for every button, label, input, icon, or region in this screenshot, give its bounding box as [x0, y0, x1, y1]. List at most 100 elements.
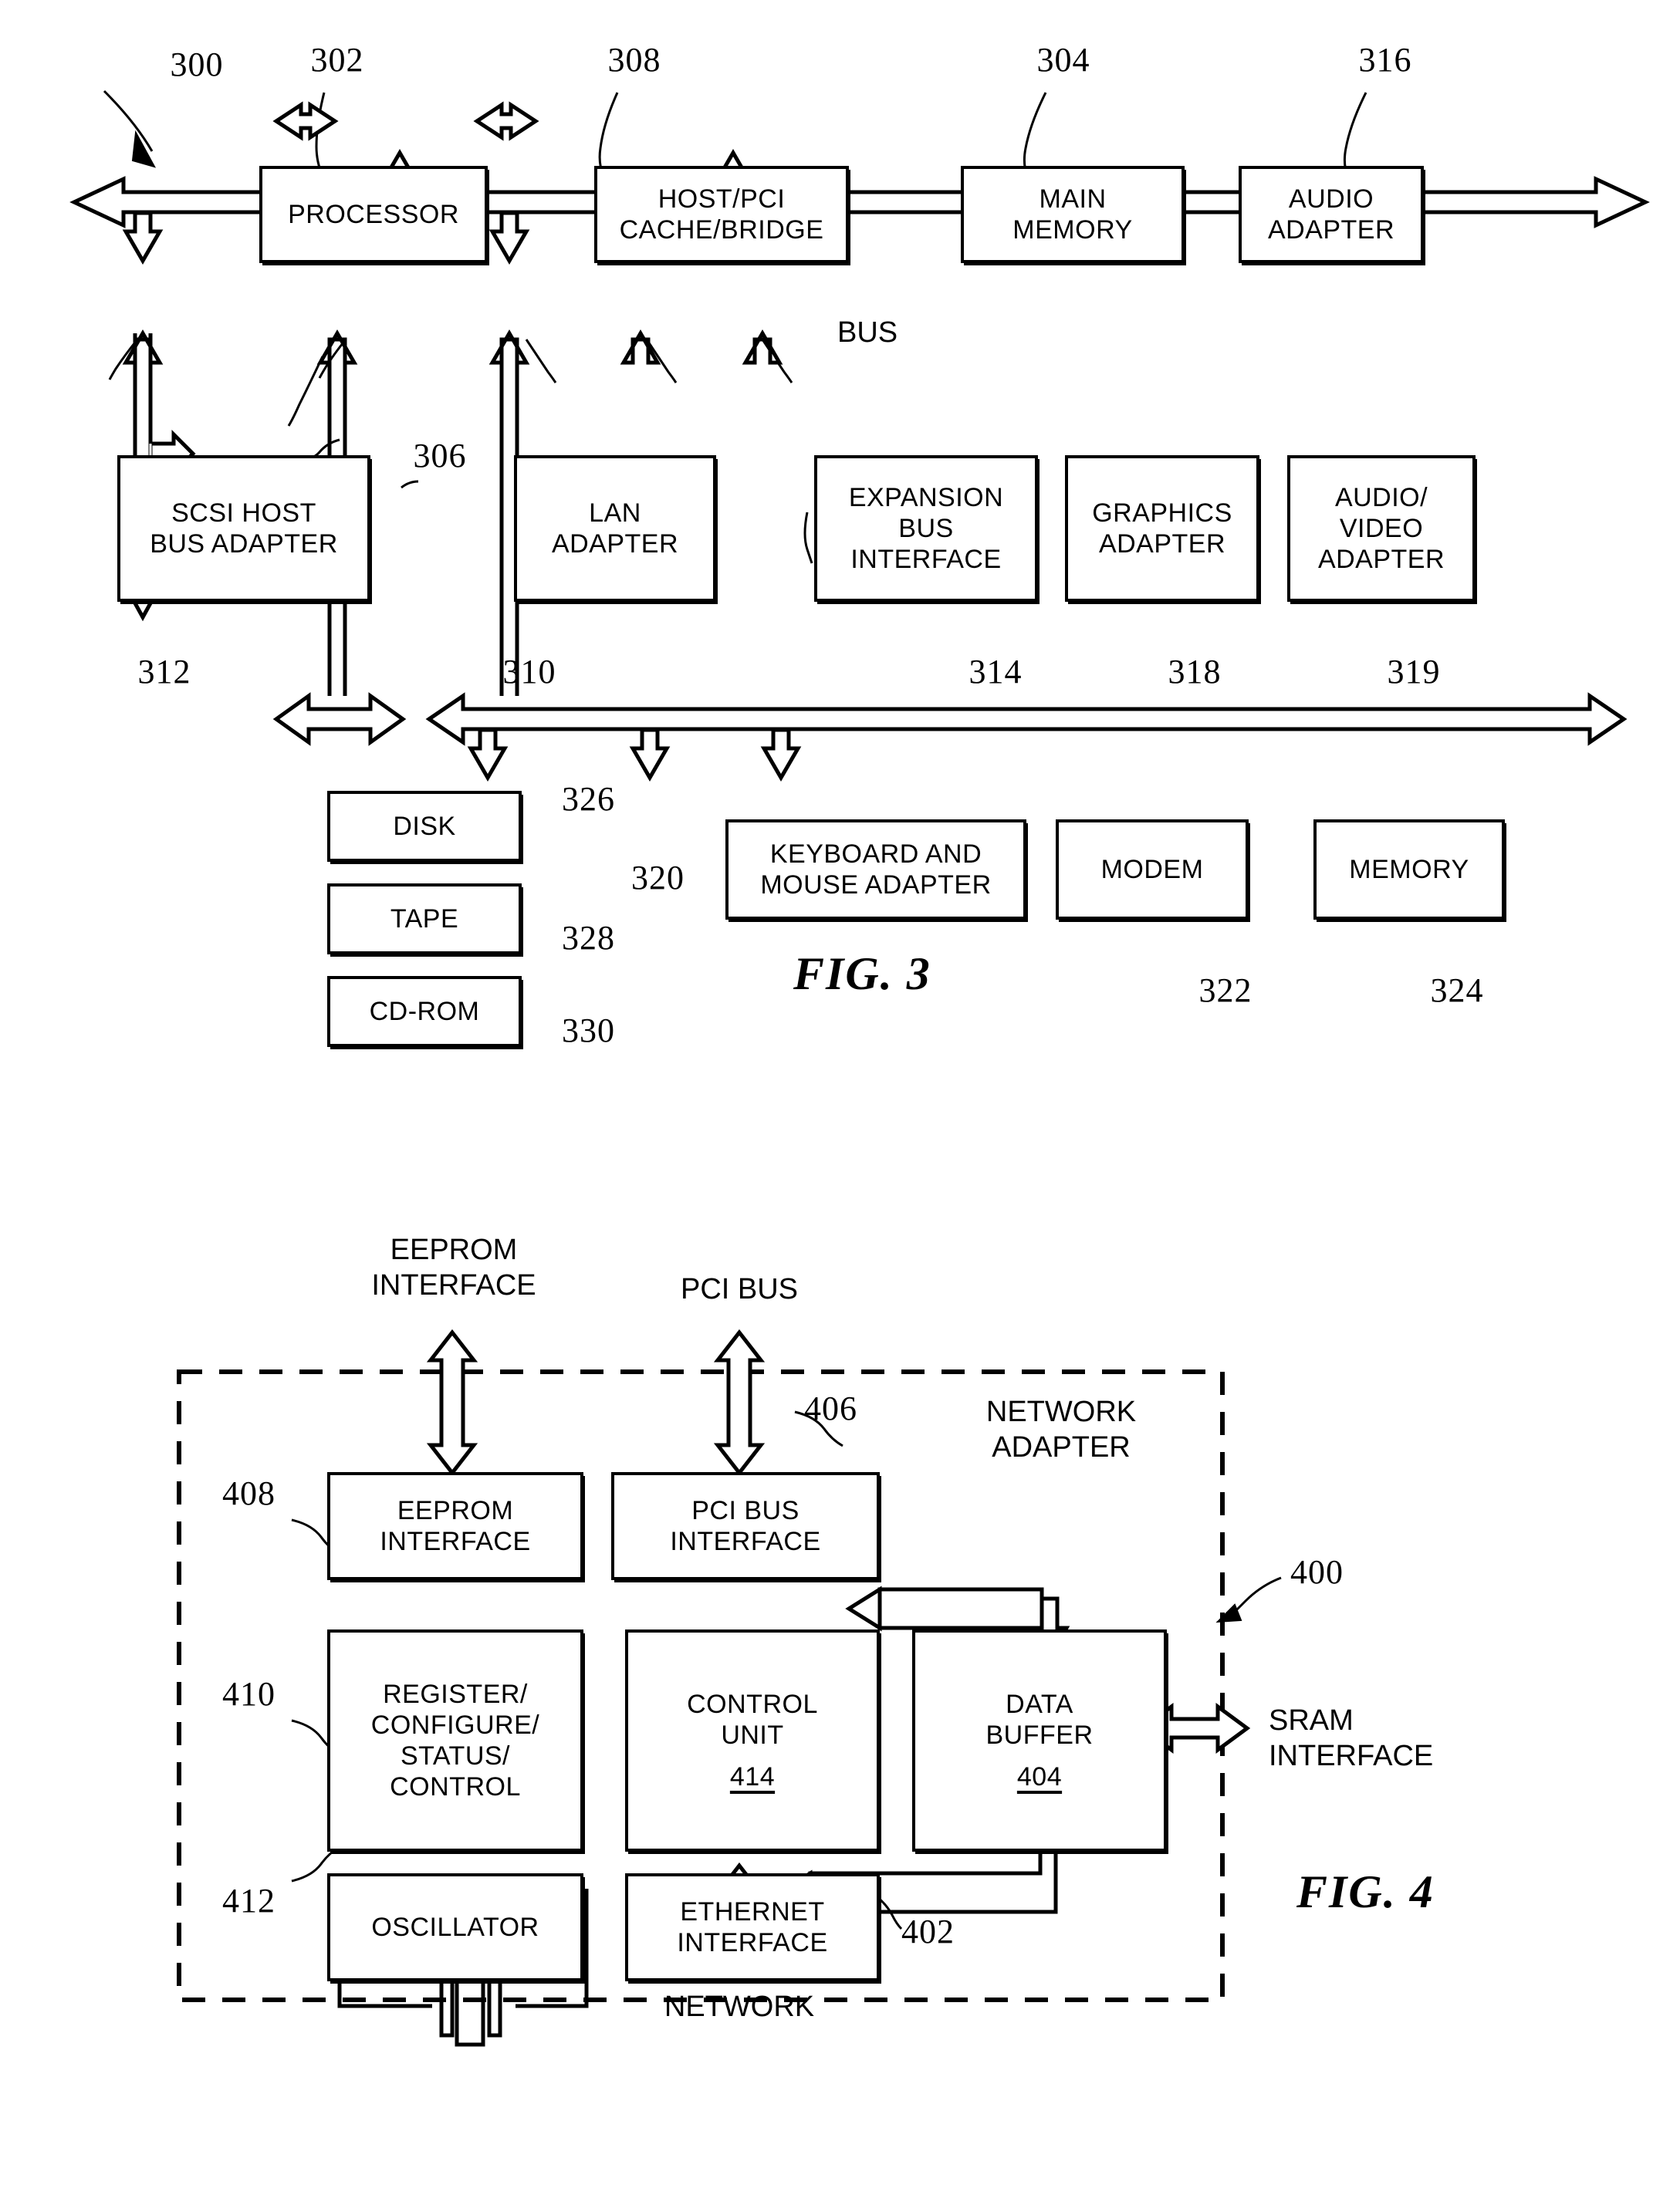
box-main-memory-line1: MAIN [1039, 184, 1107, 214]
ref-406: 406 [804, 1390, 857, 1427]
box-main-memory[interactable]: MAIN MEMORY [961, 166, 1185, 263]
port-sram-interface: SRAM INTERFACE [1269, 1704, 1493, 1774]
ref-308: 308 [607, 41, 661, 79]
box-oscillator-label: OSCILLATOR [371, 1912, 539, 1942]
box-control-unit-line1: CONTROL [687, 1689, 818, 1719]
box-reg-line2: CONFIGURE/ [370, 1710, 540, 1740]
box-graphics-line1: GRAPHICS [1092, 498, 1232, 528]
box-kbm-line1: KEYBOARD AND [769, 839, 982, 869]
box-eeprom-if-line1: EEPROM [397, 1495, 514, 1525]
port-sram-line1: SRAM [1269, 1704, 1354, 1737]
box-control-unit-line2: UNIT [721, 1720, 784, 1750]
ref-302: 302 [310, 41, 364, 79]
ref-326: 326 [562, 780, 615, 818]
box-host-pci-line1: HOST/PCI [658, 184, 786, 214]
box-av-line3: ADAPTER [1317, 545, 1445, 575]
box-keyboard-mouse-adapter[interactable]: KEYBOARD AND MOUSE ADAPTER [725, 819, 1026, 920]
box-modem-label: MODEM [1100, 854, 1204, 884]
box-ebi-line3: INTERFACE [850, 545, 1002, 575]
ref-304: 304 [1036, 41, 1090, 79]
box-host-pci-cache-bridge[interactable]: HOST/PCI CACHE/BRIDGE [594, 166, 849, 263]
box-lan-line2: ADAPTER [551, 529, 679, 559]
ref-314: 314 [969, 653, 1023, 691]
box-kbm-line2: MOUSE ADAPTER [760, 870, 992, 900]
port-eeprom-line2: INTERFACE [371, 1268, 536, 1302]
box-processor-label: PROCESSOR [288, 199, 459, 229]
box-reg-line3: STATUS/ [400, 1741, 511, 1771]
box-eth-if-line2: INTERFACE [677, 1928, 828, 1957]
box-memory-label: MEMORY [1349, 854, 1469, 884]
figure-4-label: FIG. 4 [1296, 1866, 1435, 1917]
port-eeprom-line1: EEPROM [390, 1234, 518, 1266]
box-reg-line4: CONTROL [390, 1772, 521, 1802]
ref-412: 412 [222, 1882, 276, 1920]
port-network: NETWORK [664, 1991, 815, 2023]
box-data-buffer[interactable]: DATA BUFFER 404 [912, 1629, 1167, 1852]
box-lan-line1: LAN [589, 498, 641, 528]
ref-319: 319 [1387, 653, 1441, 691]
box-tape[interactable]: TAPE [327, 883, 522, 954]
box-eeprom-if-line2: INTERFACE [380, 1527, 531, 1556]
port-sram-line2: INTERFACE [1269, 1739, 1434, 1772]
box-processor[interactable]: PROCESSOR [259, 166, 488, 263]
ref-316: 316 [1358, 41, 1412, 79]
enclosure-label-line1: NETWORK [985, 1396, 1137, 1428]
ref-300: 300 [170, 46, 224, 83]
box-lan-adapter[interactable]: LAN ADAPTER [514, 455, 716, 602]
box-audio-adapter-line2: ADAPTER [1267, 215, 1395, 245]
box-reg-line1: REGISTER/ [383, 1679, 528, 1709]
box-control-unit-ref: 414 [729, 1762, 776, 1792]
box-audio-adapter[interactable]: AUDIO ADAPTER [1239, 166, 1424, 263]
box-pci-if-line2: INTERFACE [670, 1527, 821, 1556]
ref-402: 402 [901, 1913, 955, 1950]
port-eeprom-interface: EEPROM INTERFACE [338, 1233, 570, 1303]
box-pci-if-line1: PCI BUS [691, 1495, 800, 1525]
box-control-unit[interactable]: CONTROL UNIT 414 [625, 1629, 880, 1852]
box-host-pci-line2: CACHE/BRIDGE [619, 215, 824, 245]
box-data-buffer-line2: BUFFER [985, 1720, 1094, 1750]
ref-410: 410 [222, 1675, 276, 1713]
box-cdrom[interactable]: CD-ROM [327, 976, 522, 1047]
ref-328: 328 [562, 919, 615, 957]
box-data-buffer-line1: DATA [1006, 1689, 1073, 1719]
box-graphics-adapter[interactable]: GRAPHICS ADAPTER [1065, 455, 1259, 602]
box-av-line1: AUDIO/ [1334, 482, 1428, 512]
box-scsi-host-bus-adapter[interactable]: SCSI HOST BUS ADAPTER [117, 455, 370, 602]
box-main-memory-line2: MEMORY [1012, 215, 1133, 245]
figure-3-label: FIG. 3 [793, 948, 931, 999]
ref-408: 408 [222, 1474, 276, 1512]
ref-318: 318 [1168, 653, 1222, 691]
ref-310: 310 [502, 653, 556, 691]
box-scsi-line1: SCSI HOST [171, 498, 316, 528]
bus-label: BUS [837, 316, 898, 349]
box-disk-label: DISK [393, 811, 456, 841]
ref-330: 330 [562, 1011, 615, 1049]
ref-320: 320 [631, 859, 685, 897]
ref-400: 400 [1290, 1553, 1344, 1591]
box-data-buffer-ref: 404 [1016, 1762, 1063, 1792]
ref-324: 324 [1430, 971, 1484, 1009]
patent-drawing-sheet: 300 302 308 304 316 PROCESSOR HOST/PCI C… [0, 0, 1670, 2212]
box-tape-label: TAPE [390, 903, 459, 934]
enclosure-label-line2: ADAPTER [992, 1430, 1131, 1464]
box-av-line2: VIDEO [1339, 513, 1424, 543]
box-ebi-line1: EXPANSION [848, 482, 1004, 512]
ref-312: 312 [137, 653, 191, 691]
box-pci-bus-interface[interactable]: PCI BUS INTERFACE [611, 1472, 880, 1580]
enclosure-network-adapter-label: NETWORK ADAPTER [961, 1395, 1161, 1465]
box-eeprom-interface[interactable]: EEPROM INTERFACE [327, 1472, 583, 1580]
box-audio-adapter-line1: AUDIO [1288, 184, 1374, 214]
box-ebi-line2: BUS [898, 513, 954, 543]
box-scsi-line2: BUS ADAPTER [150, 529, 338, 559]
ref-306: 306 [413, 437, 467, 474]
box-graphics-line2: ADAPTER [1098, 529, 1226, 559]
box-ethernet-interface[interactable]: ETHERNET INTERFACE [625, 1873, 880, 1981]
box-cdrom-label: CD-ROM [369, 996, 480, 1026]
box-memory[interactable]: MEMORY [1313, 819, 1505, 920]
box-register-configure-status-control[interactable]: REGISTER/ CONFIGURE/ STATUS/ CONTROL [327, 1629, 583, 1852]
box-oscillator[interactable]: OSCILLATOR [327, 1873, 583, 1981]
box-disk[interactable]: DISK [327, 791, 522, 862]
box-expansion-bus-interface[interactable]: EXPANSION BUS INTERFACE [814, 455, 1038, 602]
box-audio-video-adapter[interactable]: AUDIO/ VIDEO ADAPTER [1287, 455, 1476, 602]
box-modem[interactable]: MODEM [1056, 819, 1249, 920]
